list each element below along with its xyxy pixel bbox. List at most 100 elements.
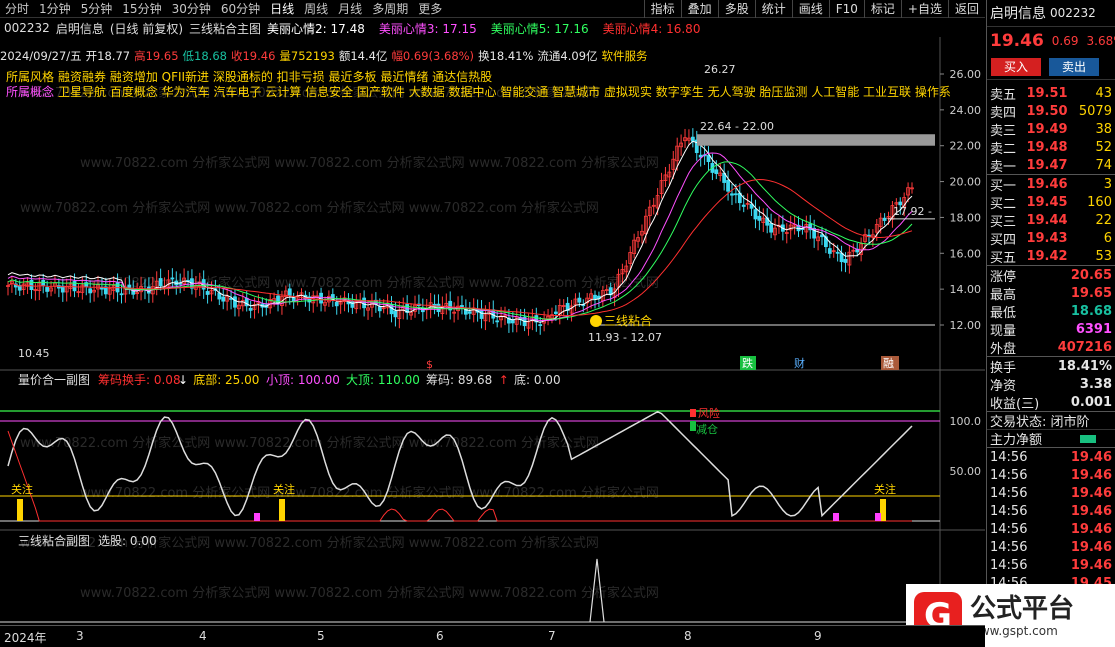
ma-legend-0: 美丽心情2: 17.48 [267, 21, 365, 36]
sub1-item-1: ↓ [178, 373, 188, 387]
trade-buttons: 买入 卖出 [987, 54, 1115, 80]
ma-legend-1: 美丽心情3: 17.15 [378, 21, 477, 36]
watermark-text: www.70822.com 分析家公式网 www.70822.com 分析家公式… [20, 200, 599, 216]
risk-bar [690, 409, 696, 417]
tick-row-4: 14:56 19.46 [987, 520, 1115, 538]
timeframe-4[interactable]: 30分钟 [167, 0, 216, 18]
candle-body [205, 291, 210, 295]
info-low: 低18.68 [182, 49, 227, 63]
sub1-item-6: ↑ [499, 373, 509, 387]
flow-toggle-icon[interactable] [1080, 434, 1096, 443]
timeframe-9[interactable]: 多周期 [367, 0, 413, 18]
toolbar-button-3[interactable]: 统计 [754, 0, 792, 18]
toolbar-button-5[interactable]: F10 [828, 0, 864, 18]
ask-row-0-label: 卖五 [990, 87, 1017, 103]
stat-row-2-value: 18.68 [1070, 303, 1112, 319]
candle-body [377, 306, 382, 312]
resistance-zone [697, 134, 935, 146]
timeframe-6[interactable]: 日线 [265, 0, 299, 18]
trade-status-row: 交易状态: 闭市阶 [987, 411, 1115, 430]
ask-row-3-value: 19.48 [1026, 139, 1068, 155]
timeframe-7[interactable]: 周线 [299, 0, 333, 18]
bid-row-1-label: 买二 [990, 196, 1017, 212]
info-sector[interactable]: 软件服务 [602, 48, 648, 64]
risk-label: 风险 [698, 406, 720, 420]
toolbar-button-0[interactable]: 指标 [643, 0, 681, 18]
kline-chart[interactable]: www.70822.com 分析家公式网 www.70822.com 分析家公式… [0, 37, 985, 625]
timeframe-8[interactable]: 月线 [333, 0, 367, 18]
bid-row-4: 买五 19.42 53 [987, 247, 1115, 266]
candle-body [119, 293, 124, 296]
ask-row-4: 卖一 19.47 74 [987, 156, 1115, 175]
candle-body [495, 320, 500, 323]
ann-box: 22.64 - 22.00 [700, 120, 774, 133]
tick-row-4-value: 19.46 [1070, 521, 1112, 537]
timeframe-5[interactable]: 60分钟 [216, 0, 265, 18]
sanxian-icon [590, 315, 602, 327]
tick-row-3-value: 19.46 [1070, 503, 1112, 519]
candle-body [593, 294, 597, 300]
x-axis-label-6: 8 [684, 629, 692, 643]
candle-body [726, 179, 730, 192]
candle-body [158, 278, 163, 287]
toolbar-button-1[interactable]: 叠加 [680, 0, 718, 18]
sell-button[interactable]: 卖出 [1049, 57, 1099, 76]
candle-body [753, 209, 758, 220]
candle-body [334, 301, 339, 307]
x-axis-label-5: 7 [548, 629, 556, 643]
ask-row-0-value: 19.51 [1026, 85, 1068, 101]
title-code: 002232 [4, 21, 50, 35]
info-change: 幅0.69(3.68%) [391, 49, 475, 63]
bid-row-3: 买四 19.43 6 [987, 229, 1115, 248]
timeframe-1[interactable]: 1分钟 [34, 0, 76, 18]
candle-body [45, 287, 50, 292]
toolbar-button-8[interactable]: 返回 [947, 0, 985, 18]
sub2-name: 三线粘合副图 [18, 533, 90, 548]
timeframe-2[interactable]: 5分钟 [76, 0, 118, 18]
candle-body [882, 217, 887, 221]
toolbar-button-6[interactable]: 标记 [863, 0, 901, 18]
sub1-item-4: 大顶: 110.00 [346, 373, 420, 387]
timeframe-10[interactable]: 更多 [413, 0, 447, 18]
watermark-text: www.70822.com 分析家公式网 www.70822.com 分析家公式… [80, 585, 659, 601]
toolbar-button-4[interactable]: 画线 [791, 0, 829, 18]
marker-die: 跌 [742, 356, 753, 370]
candle-body [84, 282, 89, 287]
ma-legend-2: 美丽心情5: 17.16 [490, 21, 589, 36]
tick-row-6-label: 14:56 [990, 557, 1028, 573]
ask-row-3: 卖二 19.48 52 [987, 138, 1115, 157]
title-name: 启明信息 [55, 21, 104, 36]
tick-row-5-value: 19.46 [1070, 539, 1112, 555]
ask-row-4-value: 19.47 [1026, 157, 1068, 173]
y-tick-label: 18.00 [950, 211, 982, 224]
tick-row-3: 14:56 19.46 [987, 502, 1115, 520]
main-flow-row[interactable]: 主力净额 [987, 429, 1115, 448]
candle-body [88, 288, 93, 294]
tick-row-2-label: 14:56 [990, 485, 1028, 501]
chart-area[interactable]: www.70822.com 分析家公式网 www.70822.com 分析家公式… [0, 37, 985, 625]
tick-row-5: 14:56 19.46 [987, 538, 1115, 556]
magenta-bar [875, 513, 881, 521]
bid-row-2-volume: 22 [1095, 212, 1112, 228]
toolbar-button-7[interactable]: +自选 [900, 0, 948, 18]
candle-body [287, 288, 292, 296]
bid-row-3-label: 买四 [990, 232, 1017, 248]
title-indicator[interactable]: 三线粘合主图 [189, 20, 261, 37]
y-tick-label: 26.00 [950, 68, 982, 81]
stat2-row-1-value: 3.38 [1079, 376, 1112, 392]
info-high: 高19.65 [134, 49, 179, 63]
sub2-item: 选股: 0.00 [98, 534, 157, 548]
candle-body [769, 222, 774, 233]
timeframe-0[interactable]: 分时 [0, 0, 34, 18]
toolbar-button-2[interactable]: 多股 [717, 0, 755, 18]
tick-row-6: 14:56 19.46 [987, 556, 1115, 574]
x-axis-label-7: 9 [814, 629, 822, 643]
buy-button[interactable]: 买入 [991, 57, 1041, 76]
candle-body [479, 309, 484, 319]
ask-row-1-label: 卖四 [990, 105, 1017, 121]
marker-cai: 财 [794, 356, 805, 370]
attention-bar [17, 499, 23, 521]
tick-list: 14:56 19.46 14:56 19.46 14:56 19.46 14:56 19.46… [987, 447, 1115, 592]
ask-row-1-value: 19.50 [1026, 103, 1068, 119]
timeframe-3[interactable]: 15分钟 [117, 0, 166, 18]
